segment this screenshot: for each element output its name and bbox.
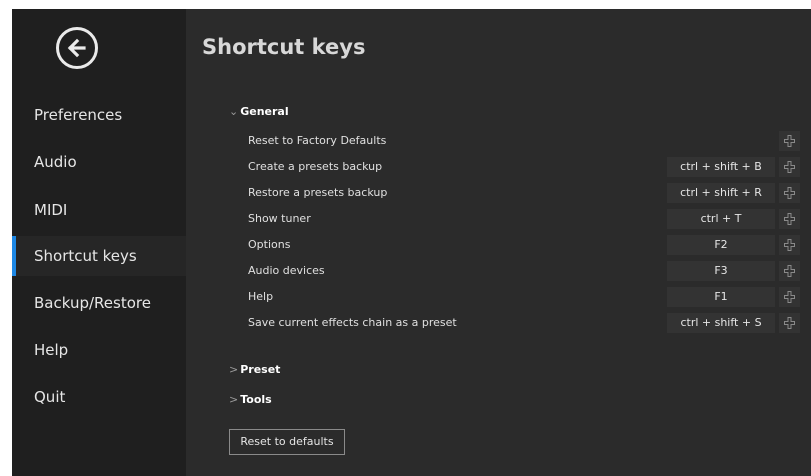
group-label: General	[240, 105, 289, 118]
chevron-down-icon: ⌄	[229, 105, 239, 118]
add-shortcut-icon	[784, 187, 795, 199]
shortcut-row: Save current effects chain as a preset c…	[186, 312, 811, 334]
shortcut-key-field[interactable]: ctrl + shift + B	[667, 157, 775, 177]
main-panel: Shortcut keys ⌄ General Reset to Factory …	[186, 9, 811, 476]
group-tools-toggle[interactable]: > Tools	[229, 391, 272, 409]
shortcut-action-label: Restore a presets backup	[248, 186, 388, 199]
shortcut-key-field[interactable]: F1	[667, 287, 775, 307]
add-shortcut-icon	[784, 291, 795, 303]
sidebar-item-audio[interactable]: Audio	[12, 142, 186, 182]
add-shortcut-icon	[784, 213, 795, 225]
add-shortcut-icon	[784, 239, 795, 251]
sidebar-item-midi[interactable]: MIDI	[12, 190, 186, 230]
chevron-right-icon: >	[229, 393, 239, 406]
add-shortcut-icon	[784, 317, 795, 329]
add-shortcut-button[interactable]	[779, 261, 800, 281]
page-title: Shortcut keys	[202, 35, 366, 59]
group-label: Preset	[240, 363, 281, 376]
add-shortcut-icon	[784, 161, 795, 173]
shortcut-row: Reset to Factory Defaults	[186, 130, 811, 152]
add-shortcut-icon	[784, 265, 795, 277]
shortcut-row: Options F2	[186, 234, 811, 256]
chevron-right-icon: >	[229, 363, 239, 376]
shortcut-key-field[interactable]: F3	[667, 261, 775, 281]
sidebar-item-help[interactable]: Help	[12, 330, 186, 370]
add-shortcut-icon	[784, 135, 795, 147]
group-label: Tools	[240, 393, 272, 406]
shortcut-key-field[interactable]: F2	[667, 235, 775, 255]
add-shortcut-button[interactable]	[779, 235, 800, 255]
shortcut-key-field[interactable]: ctrl + shift + S	[667, 313, 775, 333]
back-button[interactable]	[56, 27, 98, 69]
shortcut-action-label: Save current effects chain as a preset	[248, 316, 457, 329]
reset-to-defaults-button[interactable]: Reset to defaults	[229, 429, 345, 455]
add-shortcut-button[interactable]	[779, 287, 800, 307]
shortcut-action-label: Options	[248, 238, 291, 251]
shortcut-row: Show tuner ctrl + T	[186, 208, 811, 230]
sidebar-item-backup-restore[interactable]: Backup/Restore	[12, 283, 186, 323]
add-shortcut-button[interactable]	[779, 183, 800, 203]
shortcut-row: Create a presets backup ctrl + shift + B	[186, 156, 811, 178]
shortcut-action-label: Help	[248, 290, 274, 303]
app-window: Preferences Audio MIDI Shortcut keys Bac…	[12, 9, 811, 476]
shortcut-key-field[interactable]: ctrl + T	[667, 209, 775, 229]
shortcut-action-label: Audio devices	[248, 264, 325, 277]
shortcut-row: Restore a presets backup ctrl + shift + …	[186, 182, 811, 204]
arrow-left-circle-icon	[67, 38, 86, 58]
add-shortcut-button[interactable]	[779, 131, 800, 151]
shortcut-action-label: Reset to Factory Defaults	[248, 134, 387, 147]
shortcut-row: Help F1	[186, 286, 811, 308]
shortcut-action-label: Create a presets backup	[248, 160, 383, 173]
add-shortcut-button[interactable]	[779, 313, 800, 333]
sidebar-item-preferences[interactable]: Preferences	[12, 95, 186, 135]
group-general-toggle[interactable]: ⌄ General	[229, 103, 289, 121]
add-shortcut-button[interactable]	[779, 209, 800, 229]
sidebar: Preferences Audio MIDI Shortcut keys Bac…	[12, 9, 186, 476]
add-shortcut-button[interactable]	[779, 157, 800, 177]
shortcut-row: Audio devices F3	[186, 260, 811, 282]
sidebar-item-shortcut-keys[interactable]: Shortcut keys	[12, 236, 186, 276]
group-preset-toggle[interactable]: > Preset	[229, 361, 280, 379]
sidebar-item-quit[interactable]: Quit	[12, 377, 186, 417]
shortcut-key-field[interactable]: ctrl + shift + R	[667, 183, 775, 203]
shortcut-action-label: Show tuner	[248, 212, 311, 225]
